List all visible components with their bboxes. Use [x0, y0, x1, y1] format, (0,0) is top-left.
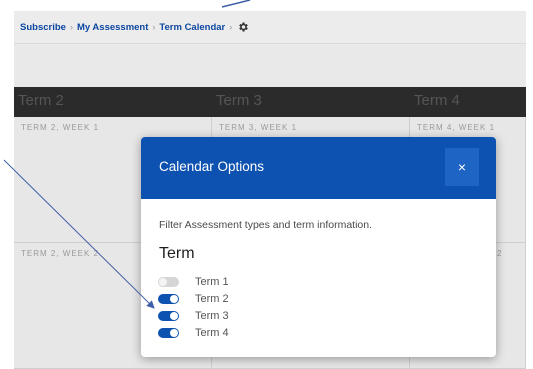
breadcrumb: Subscribe › My Assessment › Term Calenda…: [14, 11, 526, 44]
week-label: TERM 2, WEEK 1: [21, 123, 100, 132]
week-label: TERM 4, WEEK 1: [417, 123, 496, 132]
gear-icon[interactable]: [237, 21, 249, 33]
term-3-header: Term 3: [212, 87, 410, 117]
close-button[interactable]: ×: [445, 148, 479, 186]
toggle-term-4[interactable]: Term 4: [158, 326, 229, 340]
calendar-toolbar: [14, 45, 526, 87]
week-label: 2: [497, 249, 503, 258]
term-section-title: Term: [159, 245, 195, 262]
calendar-options-dialog: Calendar Options × Filter Assessment typ…: [141, 137, 496, 357]
toggle-label: Term 1: [195, 276, 229, 288]
toggle-switch[interactable]: [158, 311, 179, 321]
close-icon: ×: [457, 159, 467, 175]
toggle-label: Term 2: [195, 293, 229, 305]
toggle-switch[interactable]: [158, 277, 179, 287]
toggle-switch[interactable]: [158, 328, 179, 338]
term-2-header: Term 2: [14, 87, 212, 117]
breadcrumb-separator: ›: [152, 22, 156, 32]
dialog-header: Calendar Options ×: [141, 137, 496, 199]
breadcrumb-separator: ›: [229, 22, 233, 32]
toggle-term-3[interactable]: Term 3: [158, 309, 229, 323]
breadcrumb-separator: ›: [69, 22, 73, 32]
toggle-label: Term 4: [195, 327, 229, 339]
toggle-label: Term 3: [195, 310, 229, 322]
toggle-switch[interactable]: [158, 294, 179, 304]
toggle-term-1[interactable]: Term 1: [158, 275, 229, 289]
breadcrumb-term-calendar[interactable]: Term Calendar: [159, 22, 225, 33]
toggle-term-2[interactable]: Term 2: [158, 292, 229, 306]
week-label: TERM 3, WEEK 1: [219, 123, 298, 132]
term-4-header: Term 4: [410, 87, 526, 117]
app-window: Subscribe › My Assessment › Term Calenda…: [14, 11, 526, 369]
week-label: TERM 2, WEEK 2: [21, 249, 100, 258]
breadcrumb-my-assessment[interactable]: My Assessment: [77, 22, 148, 33]
annotation-arrow: [221, 0, 251, 8]
dialog-title: Calendar Options: [159, 159, 265, 174]
breadcrumb-subscribe[interactable]: Subscribe: [20, 22, 66, 33]
dialog-description: Filter Assessment types and term informa…: [159, 219, 372, 231]
